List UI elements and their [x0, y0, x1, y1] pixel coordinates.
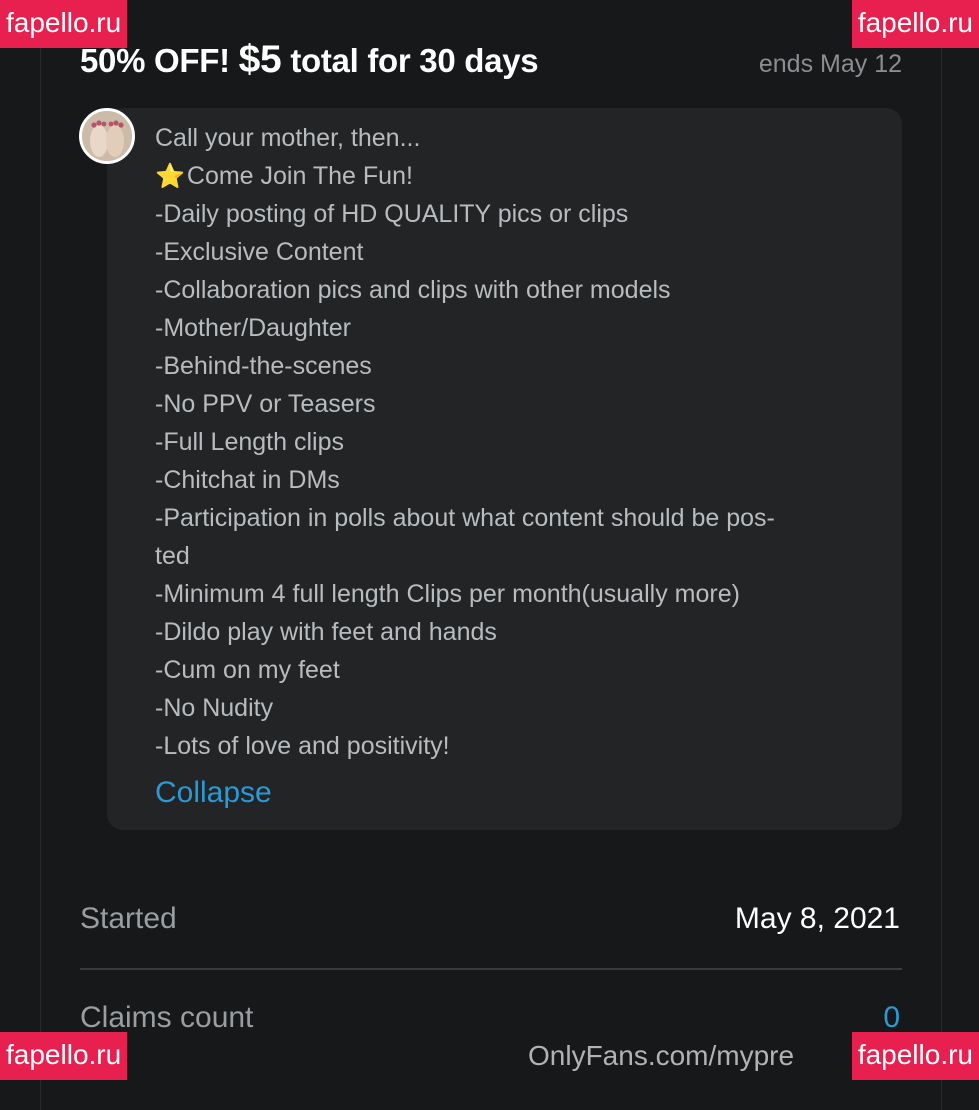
description-text: Call your mother, then... ⭐Come Join The… [155, 119, 775, 765]
description-line-text: Come Join The Fun! [186, 162, 413, 190]
description-line: -No PPV or Teasers [155, 390, 376, 418]
watermark-badge: fapello.ru [0, 1032, 128, 1080]
watermark-badge: fapello.ru [851, 0, 979, 48]
star-icon: ⭐ [155, 163, 185, 190]
collapse-link[interactable]: Collapse [155, 776, 272, 810]
claims-count-label: Claims count [80, 1001, 254, 1034]
promo-end-date: ends May 12 [758, 50, 902, 78]
avatar-image [82, 111, 132, 161]
description-line: -Lots of love and positivity! [155, 732, 450, 760]
promo-title-suffix: total for 30 days [281, 42, 539, 79]
promo-title: 50% OFF! $5 total for 30 days [80, 38, 539, 82]
divider [80, 968, 902, 970]
description-line: -Chitchat in DMs [155, 466, 340, 494]
description-line: -Dildo play with feet and hands [155, 618, 497, 646]
promo-price: $5 [238, 38, 282, 81]
description-line: -Full Length clips [155, 428, 344, 456]
description-line: Call your mother, then... [155, 124, 421, 152]
description-line: -Minimum 4 full length Clips per month(u… [155, 580, 740, 608]
description-line: -Mother/Daughter [155, 314, 351, 342]
started-value: May 8, 2021 [734, 902, 900, 935]
description-line: ⭐Come Join The Fun! [155, 157, 775, 195]
claims-count-value[interactable]: 0 [883, 1001, 900, 1035]
description-line: -Daily posting of HD QUALITY pics or cli… [155, 200, 629, 228]
description-line: -Collaboration pics and clips with other… [155, 276, 671, 304]
started-label: Started [80, 902, 177, 935]
description-line: -Exclusive Content [155, 238, 364, 266]
description-line: -Cum on my feet [155, 656, 340, 684]
watermark-badge: fapello.ru [851, 1032, 979, 1080]
watermark-badge: fapello.ru [0, 0, 128, 48]
description-line: -No Nudity [155, 694, 274, 722]
description-line: ted [155, 542, 190, 570]
footer-watermark-url: OnlyFans.com/mypre [528, 1040, 795, 1071]
description-line: -Behind-the-scenes [155, 352, 372, 380]
description-line: -Participation in polls about what conte… [155, 504, 775, 532]
avatar[interactable] [79, 108, 135, 164]
